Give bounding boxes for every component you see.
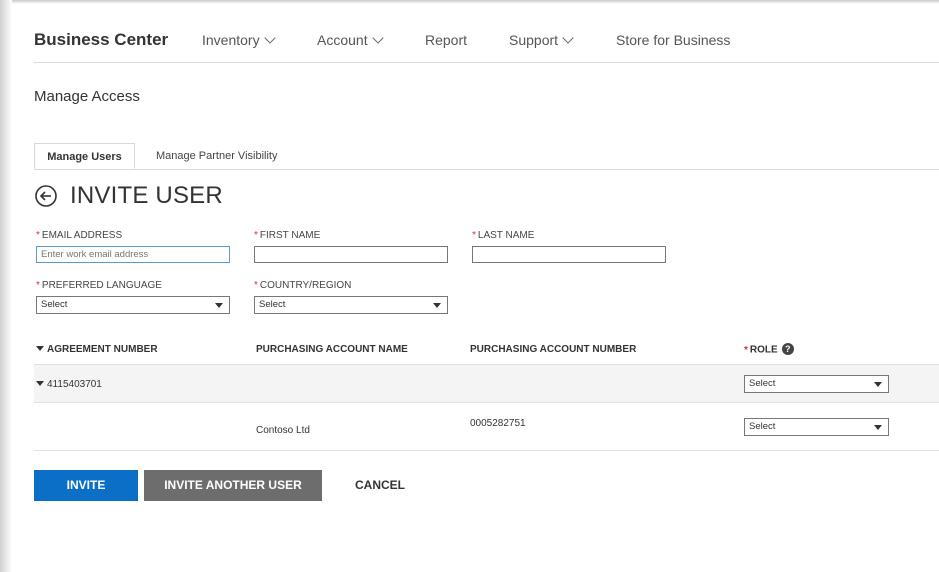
nav-item-label: Support — [509, 32, 559, 48]
nav-item-store-for-business[interactable]: Store for Business — [616, 32, 730, 48]
window-shadow-left — [0, 0, 12, 572]
required-mark: * — [36, 280, 40, 291]
email-label: * EMAIL ADDRESS — [36, 230, 122, 241]
role-header: * ROLE? — [744, 343, 794, 356]
dropdown-arrow-icon — [215, 303, 223, 308]
country-select[interactable]: Select — [254, 296, 448, 314]
country-select-value: Select — [259, 299, 286, 310]
page-title: Manage Access — [34, 88, 140, 105]
last-name-label: * LAST NAME — [472, 230, 534, 241]
purchasing-account-name-header: PURCHASING ACCOUNT NAME — [256, 344, 408, 355]
table-row: Contoso Ltd 0005282751 Select — [34, 402, 939, 451]
table-row: 4115403701 Select — [34, 364, 939, 403]
required-mark: * — [36, 230, 40, 241]
nav-item-support[interactable]: Support — [509, 32, 574, 48]
dropdown-arrow-icon — [433, 303, 441, 308]
role-select[interactable]: Select — [744, 418, 889, 436]
first-name-field[interactable] — [254, 246, 448, 263]
nav-item-inventory[interactable]: Inventory — [202, 32, 276, 48]
required-mark: * — [254, 280, 258, 291]
header-label: AGREEMENT NUMBER — [47, 344, 158, 355]
language-label-text: PREFERRED LANGUAGE — [41, 280, 162, 291]
required-mark: * — [472, 230, 476, 241]
nav-item-label: Store for Business — [616, 32, 731, 48]
role-select-value: Select — [749, 378, 776, 389]
nav-item-report[interactable]: Report — [425, 32, 467, 48]
invite-another-user-button[interactable]: INVITE ANOTHER USER — [144, 470, 322, 501]
chevron-down-icon — [562, 32, 574, 44]
header-label: ROLE — [749, 344, 778, 356]
tab-bar: Manage Users Manage Partner Visibility — [34, 143, 939, 170]
cancel-button[interactable]: CANCEL — [338, 470, 422, 501]
first-name-label-text: FIRST NAME — [259, 230, 321, 241]
language-select-value: Select — [41, 299, 68, 310]
country-label: * COUNTRY/REGION — [254, 280, 351, 291]
email-label-text: EMAIL ADDRESS — [41, 230, 123, 241]
tab-manage-partner-visibility[interactable]: Manage Partner Visibility — [146, 143, 287, 169]
invite-button[interactable]: INVITE — [34, 470, 138, 501]
required-mark: * — [744, 344, 748, 356]
agreement-number-cell[interactable]: 4115403701 — [36, 379, 102, 390]
back-arrow-circle-icon[interactable] — [34, 184, 58, 208]
top-nav: Business Center Inventory Account Report… — [34, 22, 939, 63]
role-select-value: Select — [749, 421, 776, 432]
last-name-field[interactable] — [472, 246, 666, 263]
agreement-number-header[interactable]: AGREEMENT NUMBER — [36, 344, 158, 355]
agreement-number-value: 4115403701 — [47, 379, 102, 390]
app-window: Business Center Inventory Account Report… — [0, 0, 939, 572]
dropdown-arrow-icon — [874, 382, 882, 387]
nav-item-label: Inventory — [202, 32, 260, 48]
window-shadow-top — [0, 0, 939, 4]
role-select[interactable]: Select — [744, 375, 889, 393]
nav-item-label: Report — [425, 32, 468, 48]
collapse-arrow-icon — [36, 346, 44, 351]
language-select[interactable]: Select — [36, 296, 230, 314]
help-icon[interactable]: ? — [781, 343, 794, 355]
account-number-cell: 0005282751 — [470, 418, 526, 429]
chevron-down-icon — [371, 32, 384, 44]
account-name-cell: Contoso Ltd — [256, 425, 310, 436]
language-label: * PREFERRED LANGUAGE — [36, 280, 162, 291]
dropdown-arrow-icon — [874, 425, 882, 430]
chevron-down-icon — [263, 32, 276, 44]
email-field[interactable] — [36, 246, 230, 263]
collapse-arrow-icon — [36, 381, 44, 386]
brand-title[interactable]: Business Center — [34, 30, 168, 50]
purchasing-account-number-header: PURCHASING ACCOUNT NUMBER — [470, 344, 637, 355]
tab-manage-users[interactable]: Manage Users — [34, 143, 135, 169]
country-label-text: COUNTRY/REGION — [259, 280, 352, 291]
nav-item-account[interactable]: Account — [317, 32, 384, 48]
first-name-label: * FIRST NAME — [254, 230, 320, 241]
required-mark: * — [254, 230, 258, 241]
last-name-label-text: LAST NAME — [477, 230, 535, 241]
nav-item-label: Account — [317, 32, 368, 48]
page-heading: INVITE USER — [70, 182, 223, 209]
